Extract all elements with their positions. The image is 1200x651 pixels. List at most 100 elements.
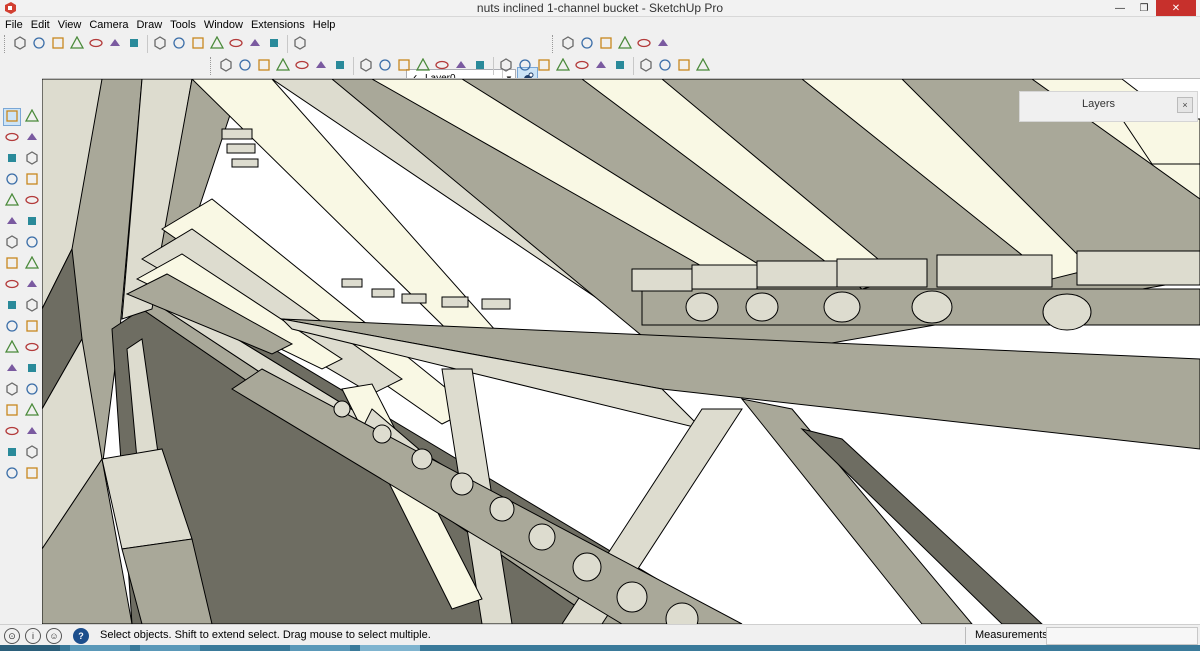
iso-view-button[interactable] [554,57,572,75]
shape-1-button[interactable] [49,35,67,53]
home-button[interactable] [516,57,534,75]
camera-2-button[interactable] [578,35,596,53]
globe-2-button[interactable] [227,35,245,53]
user-icon[interactable]: ☺ [46,628,62,644]
camera-4-button[interactable] [616,35,634,53]
sphere-button[interactable] [106,35,124,53]
walk-tool-button[interactable] [3,444,21,462]
orbit-tool-button[interactable] [3,381,21,399]
arc-tool-button[interactable] [3,213,21,231]
box-1-button[interactable] [274,57,292,75]
magnet-button[interactable] [291,35,309,53]
tape-measure-tool-button[interactable] [3,318,21,336]
help-icon[interactable]: ? [73,628,89,644]
menu-tools[interactable]: Tools [166,19,200,31]
toolbar-grip[interactable] [552,35,556,53]
cube-front-button[interactable] [433,57,451,75]
move-tool-button[interactable] [3,255,21,273]
protractor-tool-button[interactable] [3,339,21,357]
menu-window[interactable]: Window [200,19,247,31]
toolbar-grip[interactable] [210,57,214,75]
taskbar-app-3[interactable] [290,645,350,651]
section-button[interactable] [694,57,712,75]
circle-tool-button[interactable] [3,192,21,210]
menu-extensions[interactable]: Extensions [247,19,309,31]
scale-tool-button[interactable] [3,297,21,315]
zoom-extents-tool-button[interactable] [3,423,21,441]
position-camera-tool-button[interactable] [23,465,41,483]
toolbar-grip[interactable] [4,35,8,53]
camera-5-button[interactable] [635,35,653,53]
stairs-button[interactable] [376,57,394,75]
polygon-tool-button[interactable] [23,192,41,210]
zoom-window-tool-button[interactable] [23,402,41,420]
layers-panel[interactable]: Layers × [1019,91,1198,122]
component-button[interactable] [331,57,349,75]
text-tool-button[interactable] [23,339,41,357]
offset-tool-button[interactable] [23,297,41,315]
make-component-tool-button[interactable] [23,108,41,126]
menu-camera[interactable]: Camera [85,19,132,31]
box-2-button[interactable] [293,57,311,75]
model-viewport[interactable] [42,78,1200,624]
3d-text-tool-button[interactable] [23,360,41,378]
follow-me-tool-button[interactable] [23,276,41,294]
tube-button[interactable] [125,35,143,53]
minimize-button[interactable]: — [1108,0,1132,16]
taskbar-app-1[interactable] [70,645,130,651]
menu-draw[interactable]: Draw [132,19,166,31]
eraser-tool-button[interactable] [23,129,41,147]
rotate-tool-button[interactable] [3,276,21,294]
camera-3-button[interactable] [597,35,615,53]
cone-button[interactable] [68,35,86,53]
right-view-button[interactable] [611,57,629,75]
measurements-input[interactable] [1046,627,1198,645]
front-view-button[interactable] [592,57,610,75]
push-pull-button[interactable] [11,35,29,53]
conveyor-model-scene[interactable] [42,79,1200,624]
house-2-button[interactable] [471,57,489,75]
select-user-button[interactable] [236,57,254,75]
mirror-button[interactable] [395,57,413,75]
rotate-view-button[interactable] [30,35,48,53]
camera-6-button[interactable] [654,35,672,53]
zoom-tool-button[interactable] [3,402,21,420]
torus-button[interactable] [189,35,207,53]
left-view-button[interactable] [656,57,674,75]
cylinder-button[interactable] [87,35,105,53]
slice-button[interactable] [414,57,432,75]
bottom-view-button[interactable] [675,57,693,75]
axes-tool-button[interactable] [3,360,21,378]
menu-help[interactable]: Help [309,19,340,31]
pie-tool-button[interactable] [23,213,41,231]
helix-button[interactable] [265,35,283,53]
top-view-button[interactable] [573,57,591,75]
back-view-button[interactable] [637,57,655,75]
rectangle-tool-button[interactable] [3,171,21,189]
previous-view-tool-button[interactable] [23,423,41,441]
paint-bucket-tool-button[interactable] [3,129,21,147]
close-button[interactable]: ✕ [1156,0,1196,16]
credits-icon[interactable]: i [25,628,41,644]
push-pull-tool-button[interactable] [23,255,41,273]
taskbar-app-sketchup[interactable] [360,645,420,651]
footprint-tool-button[interactable] [3,465,21,483]
dome-button[interactable] [151,35,169,53]
pan-tool-button[interactable] [23,381,41,399]
house-1-button[interactable] [452,57,470,75]
dimension-tool-button[interactable] [23,318,41,336]
ellipse-button[interactable] [170,35,188,53]
close-icon[interactable]: × [1177,97,1193,113]
taskbar-app-2[interactable] [140,645,200,651]
house-4-button[interactable] [535,57,553,75]
menu-file[interactable]: File [0,19,27,31]
house-3-button[interactable] [497,57,515,75]
pencil-tool-button[interactable] [3,150,21,168]
freehand-tool-button[interactable] [23,150,41,168]
camera-1-button[interactable] [559,35,577,53]
three-point-arc-tool-button[interactable] [23,234,41,252]
rotated-rect-tool-button[interactable] [23,171,41,189]
taskbar-start[interactable] [0,645,60,651]
warehouse-button[interactable] [255,57,273,75]
globe-3-button[interactable] [246,35,264,53]
